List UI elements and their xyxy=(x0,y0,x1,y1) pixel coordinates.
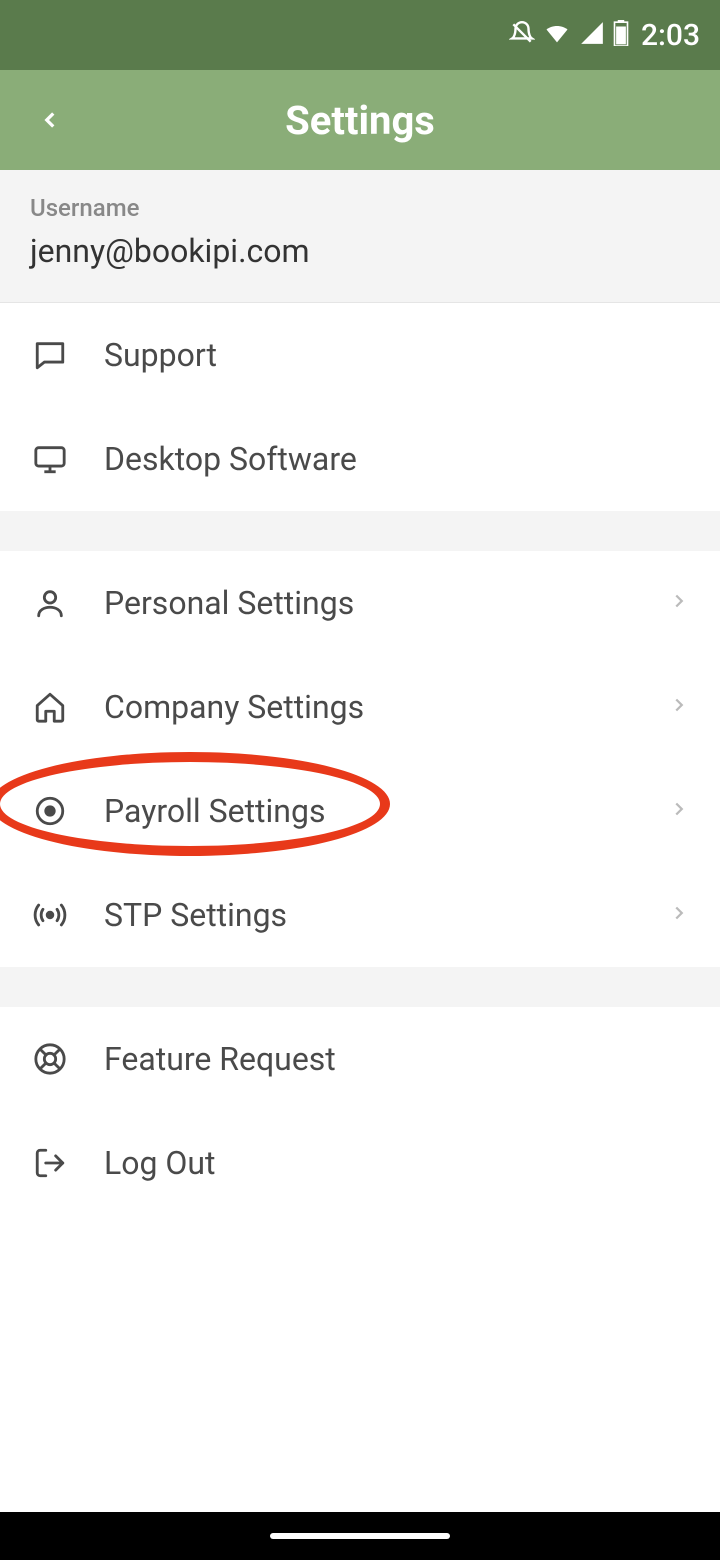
list-item-desktop[interactable]: Desktop Software xyxy=(0,407,720,511)
chevron-right-icon xyxy=(668,590,690,616)
status-bar: 2:03 xyxy=(0,0,720,70)
settings-group-2: Feature Request Log Out xyxy=(0,1007,720,1215)
list-item-payroll[interactable]: Payroll Settings xyxy=(0,759,720,863)
section-gap xyxy=(0,967,720,1007)
settings-group-1: Personal Settings Company Settings Payro… xyxy=(0,551,720,967)
item-label: Desktop Software xyxy=(104,440,690,478)
system-nav-bar xyxy=(0,1512,720,1560)
signal-icon xyxy=(579,20,605,50)
list-item-support[interactable]: Support xyxy=(0,303,720,407)
item-label: Company Settings xyxy=(104,688,668,726)
chevron-right-icon xyxy=(668,694,690,720)
list-item-logout[interactable]: Log Out xyxy=(0,1111,720,1215)
target-icon xyxy=(30,791,70,831)
dnd-icon xyxy=(509,20,535,50)
item-label: Support xyxy=(104,336,690,374)
chat-icon xyxy=(30,335,70,375)
status-icons: 2:03 xyxy=(509,18,700,53)
username-label: Username xyxy=(30,194,690,222)
app-bar: Settings xyxy=(0,70,720,170)
item-label: STP Settings xyxy=(104,896,668,934)
person-icon xyxy=(30,583,70,623)
username-value: jenny@bookipi.com xyxy=(30,232,690,270)
home-icon xyxy=(30,687,70,727)
status-time: 2:03 xyxy=(641,18,700,53)
nav-pill[interactable] xyxy=(270,1533,450,1539)
broadcast-icon xyxy=(30,895,70,935)
page-title: Settings xyxy=(285,97,435,144)
settings-group-0: Support Desktop Software xyxy=(0,303,720,511)
item-label: Personal Settings xyxy=(104,584,668,622)
list-item-company[interactable]: Company Settings xyxy=(0,655,720,759)
username-section: Username jenny@bookipi.com xyxy=(0,170,720,303)
battery-icon xyxy=(613,20,629,50)
chevron-right-icon xyxy=(668,798,690,824)
logout-icon xyxy=(30,1143,70,1183)
item-label: Feature Request xyxy=(104,1040,690,1078)
wifi-icon xyxy=(543,19,571,51)
chevron-right-icon xyxy=(668,902,690,928)
back-button[interactable] xyxy=(30,100,70,140)
list-item-stp[interactable]: STP Settings xyxy=(0,863,720,967)
item-label: Payroll Settings xyxy=(104,792,668,830)
section-gap xyxy=(0,511,720,551)
monitor-icon xyxy=(30,439,70,479)
item-label: Log Out xyxy=(104,1144,690,1182)
lifebuoy-icon xyxy=(30,1039,70,1079)
list-item-feature[interactable]: Feature Request xyxy=(0,1007,720,1111)
list-item-personal[interactable]: Personal Settings xyxy=(0,551,720,655)
